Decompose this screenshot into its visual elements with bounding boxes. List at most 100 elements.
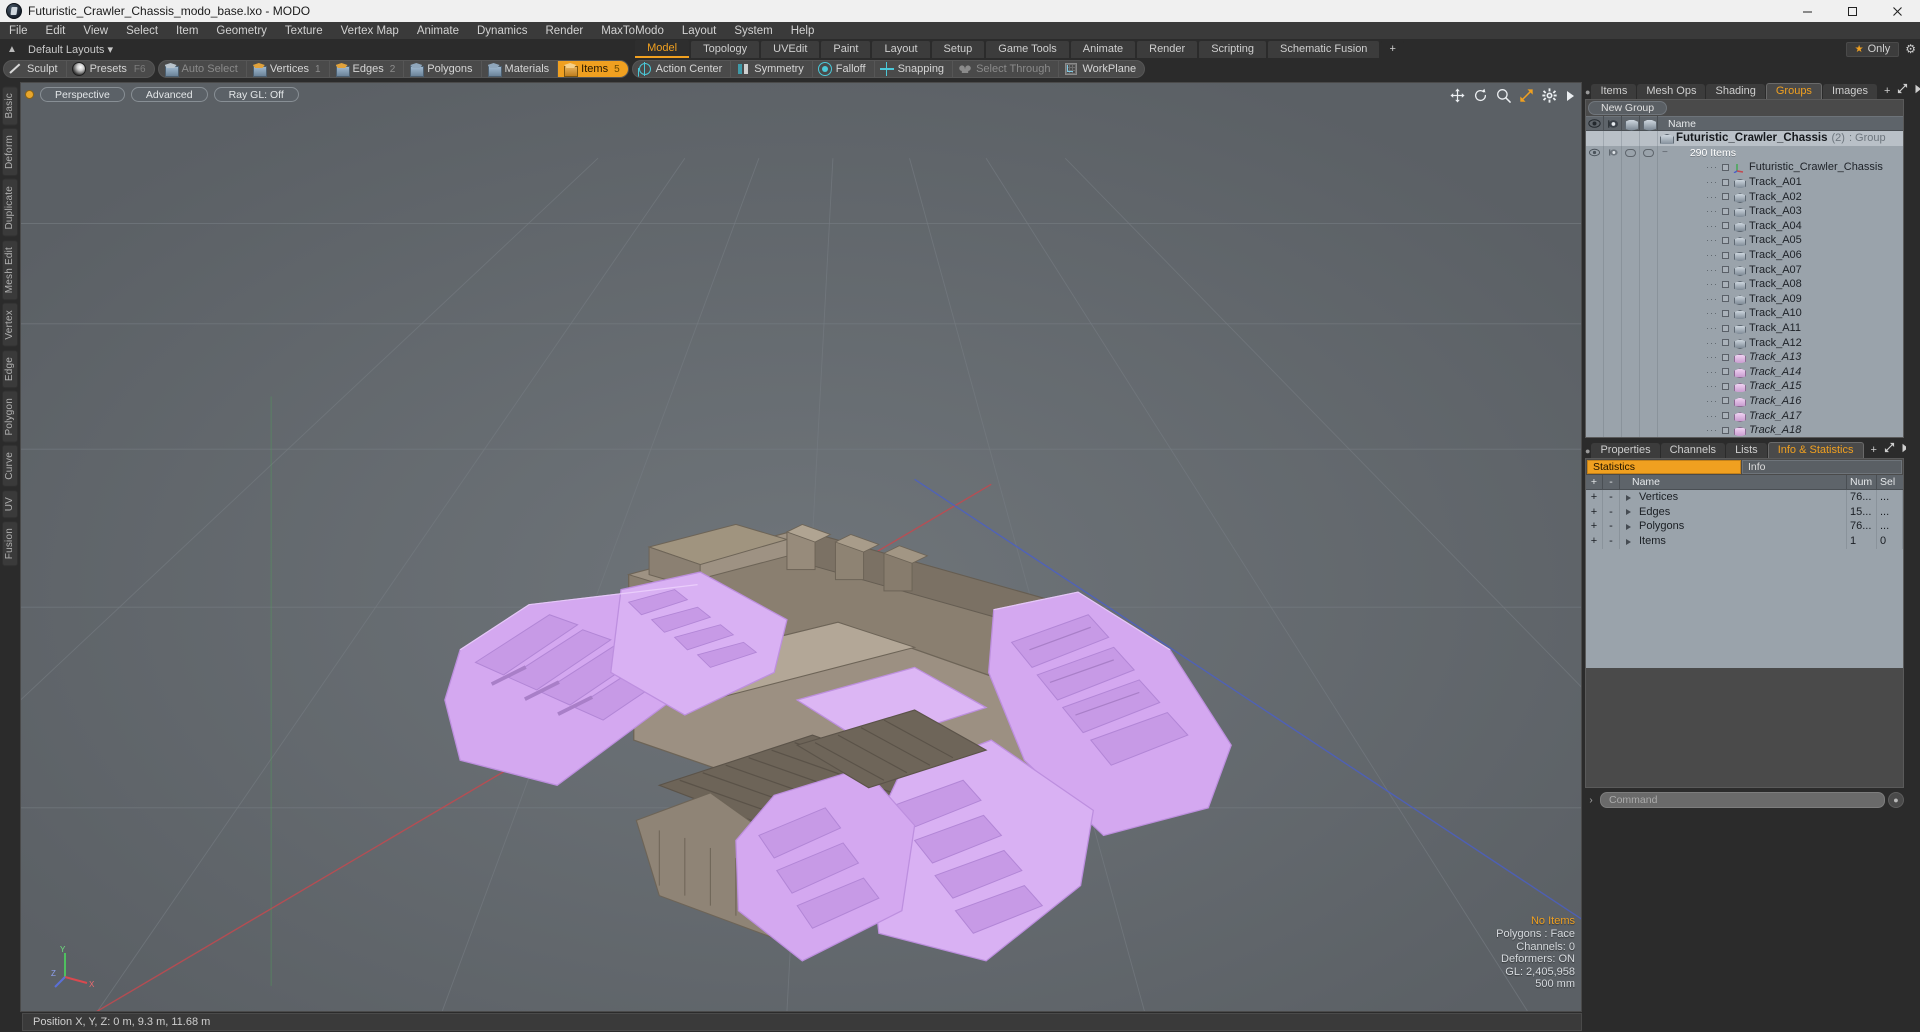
row-toggle-cell[interactable] (1622, 320, 1640, 336)
panel-menu-dot-icon[interactable]: ● (1585, 84, 1590, 99)
tree-expand-box[interactable] (1722, 426, 1729, 434)
symmetry-button[interactable]: Symmetry (730, 61, 812, 77)
row-toggle-cell[interactable] (1640, 262, 1658, 277)
row-toggle-cell[interactable] (1604, 364, 1622, 380)
expand-panel-icon[interactable] (1884, 440, 1895, 458)
menu-view[interactable]: View (74, 22, 117, 40)
tab-info-statistics[interactable]: Info & Statistics (1767, 442, 1864, 459)
tab-mesh-ops[interactable]: Mesh Ops (1637, 84, 1706, 99)
render-toggle[interactable] (1604, 145, 1622, 161)
chevron-right-icon[interactable] (1626, 523, 1631, 530)
table-row[interactable]: Futuristic_Crawler_Chassis (2) : Group (1586, 131, 1903, 146)
row-toggle-cell[interactable] (1622, 422, 1640, 438)
layout-tab-game-tools[interactable]: Game Tools (986, 41, 1069, 58)
row-toggle-cell[interactable] (1640, 422, 1658, 438)
row-toggle-cell[interactable] (1622, 335, 1640, 350)
add-panel-tab-button[interactable]: + (1878, 84, 1896, 99)
add-stats-tab-button[interactable]: + (1865, 443, 1883, 458)
row-toggle-cell[interactable] (1640, 233, 1658, 248)
stat-add-button[interactable]: + (1586, 490, 1603, 506)
axis-gizmo[interactable]: Y X Z (51, 943, 97, 989)
row-toggle-cell[interactable] (1640, 291, 1658, 307)
row-toggle-cell[interactable] (1640, 160, 1658, 175)
row-toggle-cell[interactable] (1622, 233, 1640, 248)
menu-render[interactable]: Render (536, 22, 592, 40)
select-through-button[interactable]: Select Through (952, 61, 1058, 77)
raygl-toggle[interactable]: Ray GL: Off (213, 87, 299, 102)
row-toggle-cell[interactable] (1604, 306, 1622, 321)
row-toggle-cell[interactable] (1622, 379, 1640, 394)
layout-tab-topology[interactable]: Topology (691, 41, 760, 58)
row-toggle-cell[interactable] (1622, 276, 1640, 292)
table-row[interactable]: ··· Track_A04 (1586, 218, 1903, 234)
layout-tab-schematic-fusion[interactable]: Schematic Fusion (1268, 41, 1380, 58)
table-row[interactable]: ··· Track_A16 (1586, 393, 1903, 409)
presets-button[interactable]: Presets F6 (65, 61, 154, 77)
stat-remove-button[interactable]: - (1603, 519, 1620, 535)
row-toggle-cell[interactable] (1604, 379, 1622, 394)
stat-add-button[interactable]: + (1586, 504, 1603, 520)
statistics-row[interactable]: + - Vertices 76...... (1586, 490, 1903, 506)
gear-icon[interactable] (1542, 88, 1557, 103)
rail-tab-curve[interactable]: Curve (2, 445, 18, 488)
polygons-button[interactable]: Polygons (403, 61, 480, 77)
tree-expand-box[interactable] (1722, 368, 1729, 376)
row-toggle-cell[interactable] (1640, 408, 1658, 423)
action-center-button[interactable]: Action Center (633, 61, 731, 77)
chevron-right-icon[interactable] (1626, 509, 1631, 516)
row-toggle-cell[interactable] (1586, 174, 1604, 190)
row-toggle-cell[interactable] (1604, 408, 1622, 423)
row-toggle-cell[interactable] (1622, 364, 1640, 380)
rotate-icon[interactable] (1473, 88, 1488, 103)
rail-tab-fusion[interactable]: Fusion (2, 521, 18, 567)
sculpt-button[interactable]: Sculpt (4, 61, 66, 77)
rail-tab-deform[interactable]: Deform (2, 128, 18, 177)
tab-items[interactable]: Items (1591, 84, 1637, 99)
edges-button[interactable]: Edges 2 (328, 61, 404, 77)
row-toggle-cell[interactable] (1586, 379, 1604, 394)
menu-select[interactable]: Select (117, 22, 167, 40)
row-toggle-cell[interactable] (1622, 174, 1640, 190)
table-row[interactable]: ··· Futuristic_Crawler_Chassis (1586, 160, 1903, 175)
menu-animate[interactable]: Animate (408, 22, 468, 40)
menu-geometry[interactable]: Geometry (207, 22, 276, 40)
table-row[interactable]: ··· Track_A05 (1586, 233, 1903, 248)
row-toggle-cell[interactable] (1586, 262, 1604, 277)
row-toggle-cell[interactable] (1586, 203, 1604, 219)
row-toggle-cell[interactable] (1640, 174, 1658, 190)
table-row[interactable]: ··· Track_A12 (1586, 335, 1903, 350)
materials-button[interactable]: Materials (480, 61, 558, 77)
tab-properties[interactable]: Properties (1591, 443, 1660, 459)
3d-viewport[interactable]: Perspective Advanced Ray GL: Off No Item… (20, 82, 1582, 1012)
row-toggle-cell[interactable] (1604, 262, 1622, 277)
rail-tab-duplicate[interactable]: Duplicate (2, 179, 18, 237)
group-tree-body[interactable]: Futuristic_Crawler_Chassis (2) : Group −… (1586, 131, 1903, 438)
fit-icon[interactable] (1519, 88, 1534, 103)
lock-toggle[interactable] (1622, 145, 1640, 161)
row-toggle-cell[interactable] (1622, 189, 1640, 204)
add-layout-tab-button[interactable]: + (1381, 41, 1404, 58)
row-toggle-cell[interactable] (1622, 218, 1640, 234)
table-row[interactable]: ··· Track_A13 (1586, 349, 1903, 365)
rail-tab-edge[interactable]: Edge (2, 349, 18, 388)
row-toggle-cell[interactable] (1586, 291, 1604, 307)
row-toggle-cell[interactable] (1586, 408, 1604, 423)
tree-expand-box[interactable] (1722, 236, 1729, 244)
menu-vertex-map[interactable]: Vertex Map (332, 22, 408, 40)
tree-expand-box[interactable] (1722, 309, 1729, 317)
visibility-toggle[interactable] (1586, 145, 1604, 161)
row-toggle-cell[interactable] (1622, 160, 1640, 175)
row-toggle-cell[interactable] (1586, 320, 1604, 336)
layout-tab-paint[interactable]: Paint (821, 41, 871, 58)
row-toggle-cell[interactable] (1586, 306, 1604, 321)
table-row[interactable]: ··· Track_A02 (1586, 189, 1903, 204)
command-history-button[interactable]: ● (1888, 792, 1904, 809)
row-toggle-cell[interactable] (1622, 349, 1640, 365)
row-toggle-cell[interactable] (1604, 160, 1622, 175)
view-mode-dropdown[interactable]: Perspective (40, 87, 125, 102)
default-layouts-dropdown[interactable]: Default Layouts ▾ (20, 43, 121, 56)
table-row[interactable]: ··· Track_A09 (1586, 291, 1903, 307)
rail-tab-vertex[interactable]: Vertex (2, 303, 18, 347)
table-row[interactable]: ··· Track_A03 (1586, 203, 1903, 219)
row-toggle-cell[interactable] (1622, 247, 1640, 263)
